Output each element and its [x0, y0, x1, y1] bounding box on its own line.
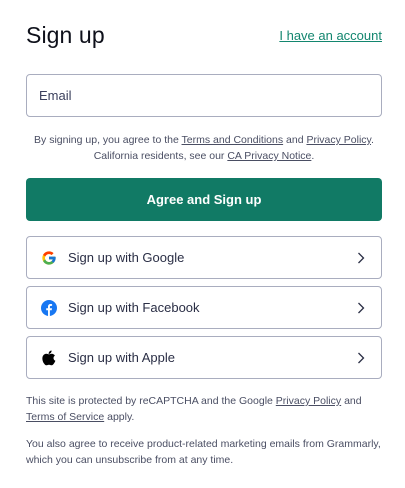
chevron-right-icon [355, 352, 367, 364]
have-account-link[interactable]: I have an account [279, 28, 382, 43]
facebook-signup-button[interactable]: Sign up with Facebook [26, 286, 382, 329]
google-icon [41, 250, 57, 266]
agree-and-sign-up-button[interactable]: Agree and Sign up [26, 178, 382, 221]
google-privacy-policy-link[interactable]: Privacy Policy [276, 395, 341, 407]
chevron-right-icon [355, 302, 367, 314]
apple-signup-button[interactable]: Sign up with Apple [26, 336, 382, 379]
google-signup-button[interactable]: Sign up with Google [26, 236, 382, 279]
recaptcha-suffix: apply. [104, 411, 135, 423]
facebook-icon [41, 299, 57, 316]
terms-period: . [371, 134, 374, 146]
google-signup-label: Sign up with Google [68, 250, 185, 265]
privacy-policy-link[interactable]: Privacy Policy [306, 134, 371, 146]
recaptcha-notice: This site is protected by reCAPTCHA and … [26, 393, 382, 425]
recaptcha-prefix: This site is protected by reCAPTCHA and … [26, 395, 276, 407]
terms-notice: By signing up, you agree to the Terms an… [26, 132, 382, 164]
ca-prefix: California residents, see our [93, 150, 228, 162]
page-title: Sign up [26, 22, 105, 48]
header: Sign up I have an account [26, 22, 382, 49]
terms-and: and [283, 134, 307, 146]
chevron-right-icon [355, 252, 367, 264]
signup-page: Sign up I have an account By signing up,… [0, 0, 405, 488]
terms-of-service-link[interactable]: Terms of Service [26, 411, 104, 423]
apple-signup-label: Sign up with Apple [68, 350, 175, 365]
terms-and-conditions-link[interactable]: Terms and Conditions [182, 134, 284, 146]
marketing-consent-notice: You also agree to receive product-relate… [26, 438, 381, 466]
email-field[interactable] [26, 74, 382, 117]
recaptcha-and: and [341, 395, 362, 407]
ca-privacy-notice-link[interactable]: CA Privacy Notice [227, 150, 311, 162]
ca-suffix: . [311, 150, 315, 162]
facebook-signup-label: Sign up with Facebook [68, 300, 200, 315]
terms-prefix: By signing up, you agree to the [34, 134, 182, 146]
apple-icon [41, 350, 57, 366]
